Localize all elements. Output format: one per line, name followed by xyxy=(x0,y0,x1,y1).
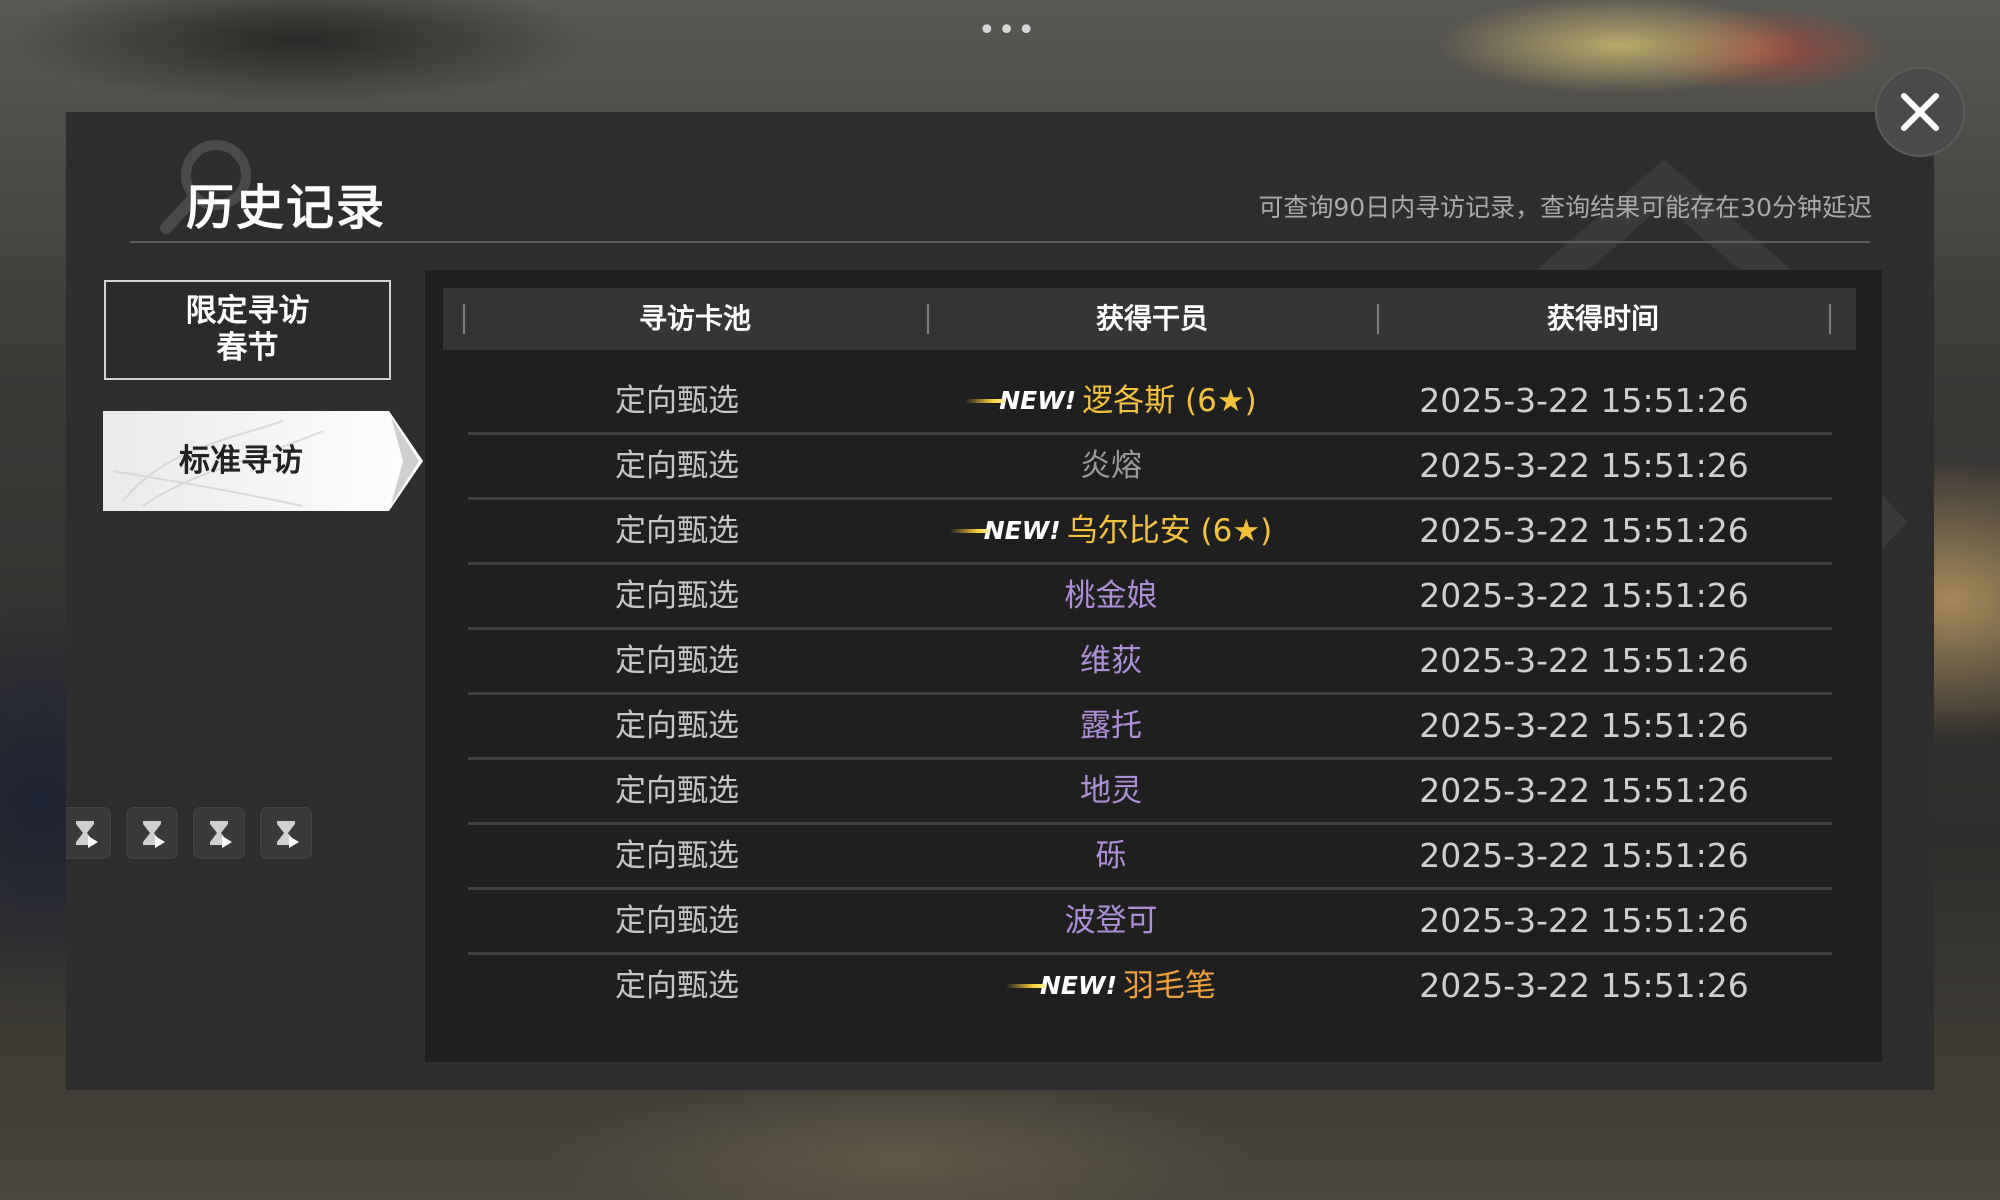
operator-name: 维荻 xyxy=(1080,643,1142,679)
operator-cell: 桃金娘 xyxy=(886,565,1336,627)
pool-cell: 定向甄选 xyxy=(615,578,739,614)
table-row: 定向甄选 NEW! 乌尔比安 (6★) 2025-3-22 15:51:26 xyxy=(468,500,1832,565)
operator-name: 露托 xyxy=(1080,708,1142,744)
table-body: 定向甄选 NEW! 逻各斯 (6★) 2025-3-22 15:51:26 定向甄选 炎熔… xyxy=(468,370,1832,1017)
operator-name: 乌尔比安 (6★) xyxy=(1066,513,1273,549)
query-notice: 可查询90日内寻访记录，查询结果可能存在30分钟延迟 xyxy=(1258,193,1872,222)
operator-cell: NEW! 羽毛笔 xyxy=(886,955,1336,1017)
operator-name: 地灵 xyxy=(1080,773,1142,809)
operator-cell: 砾 xyxy=(886,825,1336,887)
history-table: 寻访卡池 获得干员 获得时间 定向甄选 NEW! 逻各斯 (6★) 2025-3-22… xyxy=(425,270,1882,1062)
pool-cell: 定向甄选 xyxy=(615,513,739,549)
sidebar-item-label: 限定寻访 xyxy=(185,293,310,329)
time-cell: 2025-3-22 15:51:26 xyxy=(1419,381,1749,420)
header-pool: 寻访卡池 xyxy=(638,302,751,335)
time-cell: 2025-3-22 15:51:26 xyxy=(1419,901,1749,940)
operator-name: 砾 xyxy=(1095,838,1127,874)
sidebar-item-standard[interactable]: 标准寻访 xyxy=(103,411,423,511)
new-badge: NEW! xyxy=(965,386,1076,416)
header-separator xyxy=(1829,304,1831,334)
new-badge: NEW! xyxy=(1006,971,1117,1001)
operator-cell: 波登可 xyxy=(886,890,1336,952)
mini-icon-row xyxy=(66,806,313,860)
history-dialog: 历史记录 可查询90日内寻访记录，查询结果可能存在30分钟延迟 限定寻访 春节 … xyxy=(66,112,1934,1090)
table-row: 定向甄选 NEW! 羽毛笔 2025-3-22 15:51:26 xyxy=(468,955,1832,1017)
sidebar-item-limited-spring[interactable]: 限定寻访 春节 xyxy=(104,280,391,380)
table-row: 定向甄选 波登可 2025-3-22 15:51:26 xyxy=(468,890,1832,955)
time-cell: 2025-3-22 15:51:26 xyxy=(1419,511,1749,550)
operator-cell: NEW! 乌尔比安 (6★) xyxy=(886,500,1336,562)
page-title: 历史记录 xyxy=(186,180,387,236)
pool-cell: 定向甄选 xyxy=(615,903,739,939)
table-row: 定向甄选 桃金娘 2025-3-22 15:51:26 xyxy=(468,565,1832,630)
hourglass-play-icon[interactable] xyxy=(259,806,313,860)
table-header: 寻访卡池 获得干员 获得时间 xyxy=(443,288,1856,350)
new-badge: NEW! xyxy=(949,516,1061,546)
operator-name: 波登可 xyxy=(1064,903,1158,939)
table-row: 定向甄选 NEW! 逻各斯 (6★) 2025-3-22 15:51:26 xyxy=(468,370,1832,435)
header-operator: 获得干员 xyxy=(1095,302,1208,335)
hourglass-play-icon[interactable] xyxy=(66,806,112,860)
pool-cell: 定向甄选 xyxy=(615,448,739,484)
table-row: 定向甄选 地灵 2025-3-22 15:51:26 xyxy=(468,760,1832,825)
time-cell: 2025-3-22 15:51:26 xyxy=(1419,576,1749,615)
pool-cell: 定向甄选 xyxy=(615,383,739,419)
table-row: 定向甄选 维荻 2025-3-22 15:51:26 xyxy=(468,630,1832,695)
operator-name: 逻各斯 (6★) xyxy=(1082,383,1257,419)
close-button[interactable] xyxy=(1875,67,1965,157)
header-time: 获得时间 xyxy=(1546,302,1659,335)
more-dots-icon[interactable]: ••• xyxy=(978,16,1037,46)
hourglass-play-icon[interactable] xyxy=(125,806,179,860)
operator-cell: 地灵 xyxy=(886,760,1336,822)
time-cell: 2025-3-22 15:51:26 xyxy=(1419,446,1749,485)
table-row: 定向甄选 炎熔 2025-3-22 15:51:26 xyxy=(468,435,1832,500)
operator-cell: NEW! 逻各斯 (6★) xyxy=(886,370,1336,432)
operator-cell: 维荻 xyxy=(886,630,1336,692)
hourglass-play-icon[interactable] xyxy=(192,806,246,860)
time-cell: 2025-3-22 15:51:26 xyxy=(1419,706,1749,745)
pool-cell: 定向甄选 xyxy=(615,773,739,809)
time-cell: 2025-3-22 15:51:26 xyxy=(1419,836,1749,875)
sidebar-item-label: 标准寻访 xyxy=(179,442,303,479)
time-cell: 2025-3-22 15:51:26 xyxy=(1419,966,1749,1005)
operator-name: 羽毛笔 xyxy=(1122,968,1216,1004)
close-icon xyxy=(1901,93,1939,131)
operator-cell: 炎熔 xyxy=(886,435,1336,497)
pool-cell: 定向甄选 xyxy=(615,643,739,679)
time-cell: 2025-3-22 15:51:26 xyxy=(1419,641,1749,680)
pool-cell: 定向甄选 xyxy=(615,708,739,744)
operator-cell: 露托 xyxy=(886,695,1336,757)
sidebar-item-sublabel: 春节 xyxy=(216,330,279,366)
time-cell: 2025-3-22 15:51:26 xyxy=(1419,771,1749,810)
title-divider xyxy=(130,241,1870,243)
table-row: 定向甄选 砾 2025-3-22 15:51:26 xyxy=(468,825,1832,890)
operator-name: 桃金娘 xyxy=(1064,578,1158,614)
pool-cell: 定向甄选 xyxy=(615,968,739,1004)
operator-name: 炎熔 xyxy=(1080,448,1142,484)
table-row: 定向甄选 露托 2025-3-22 15:51:26 xyxy=(468,695,1832,760)
pool-cell: 定向甄选 xyxy=(615,838,739,874)
